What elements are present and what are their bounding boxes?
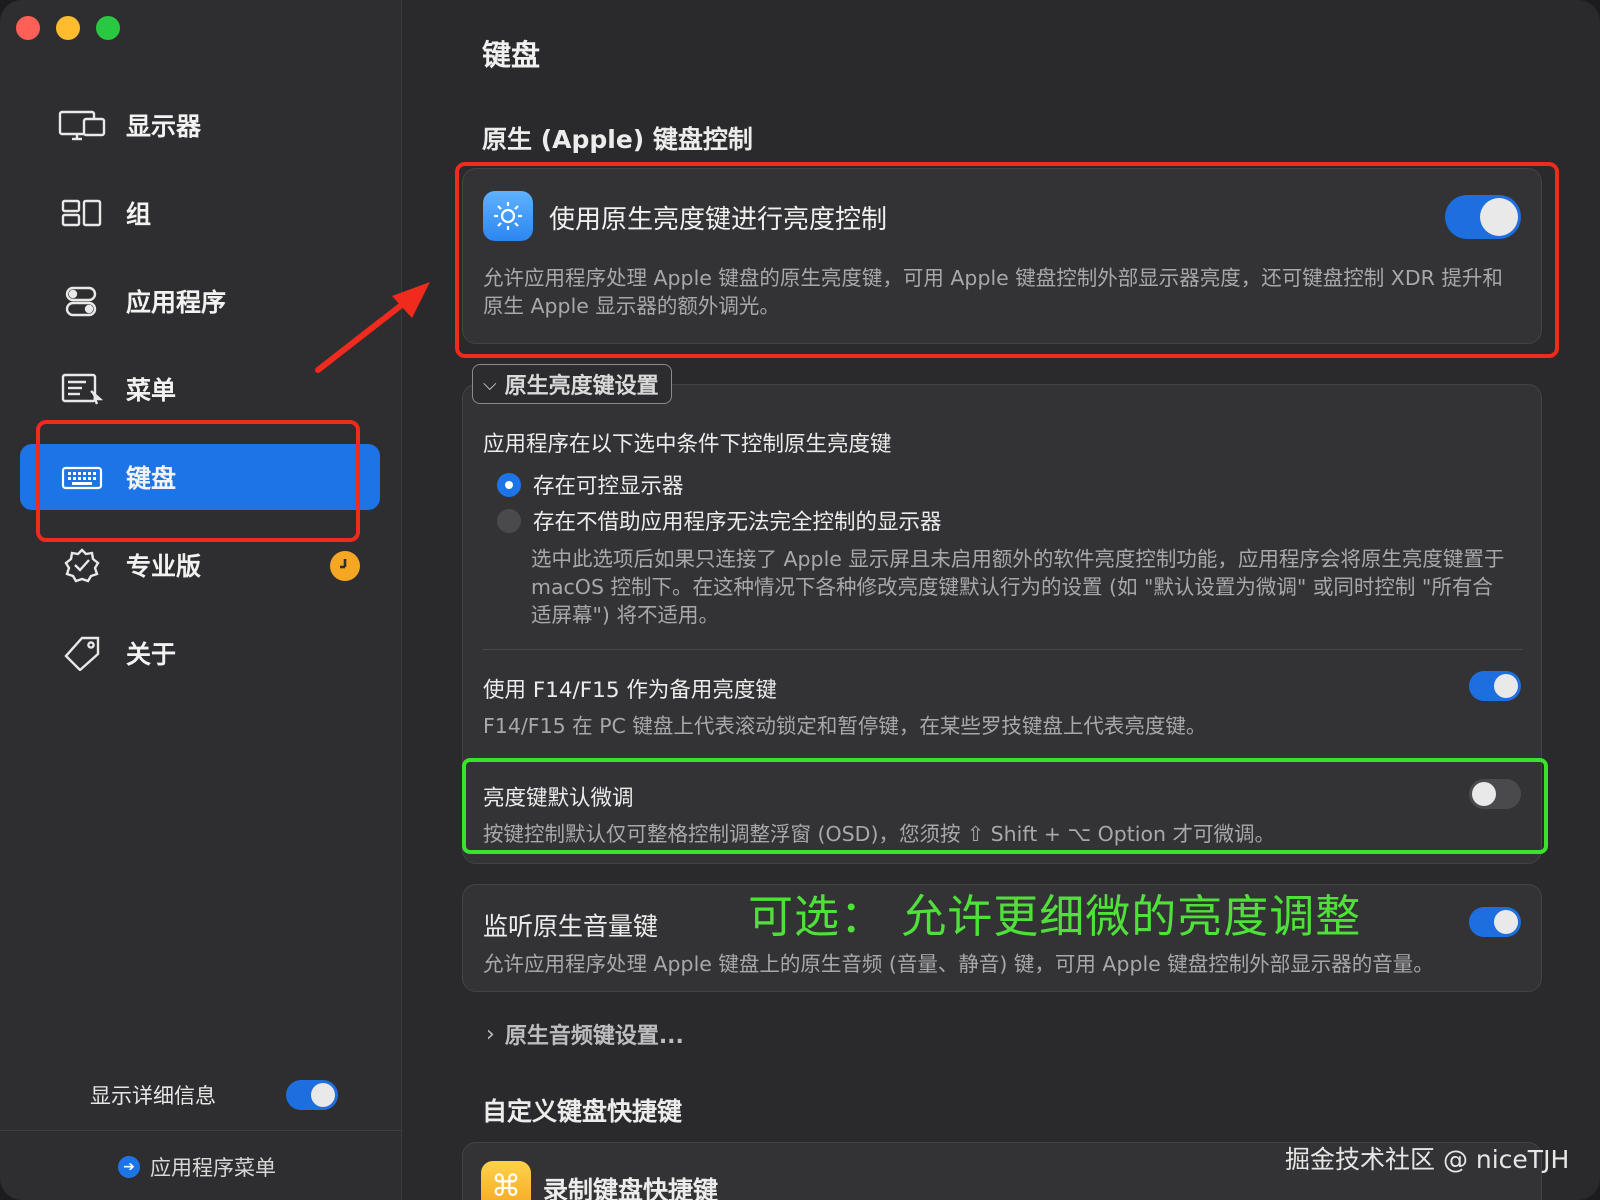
sidebar-item-displays[interactable]: 显示器: [20, 92, 380, 158]
brightness-settings-disclosure[interactable]: ⌵ 原生亮度键设置: [472, 364, 672, 404]
minimize-window-button[interactable]: [56, 16, 80, 40]
option-description: 选中此选项后如果只连接了 Apple 显示屏且未启用额外的软件亮度控制功能，应用…: [531, 547, 1505, 627]
sidebar-item-label: 关于: [126, 640, 177, 669]
native-volume-desc: 允许应用程序处理 Apple 键盘上的原生音频 (音量、静音) 键，可用 App…: [483, 952, 1434, 976]
native-volume-title: 监听原生音量键: [483, 912, 659, 941]
native-volume-toggle[interactable]: [1469, 907, 1521, 937]
native-keyboard-section-title: 原生 (Apple) 键盘控制: [482, 125, 753, 154]
f14-f15-toggle[interactable]: [1469, 671, 1521, 701]
brightness-settings-label: 原生亮度键设置: [504, 374, 659, 399]
groups-icon: [58, 195, 106, 231]
f14-f15-desc: F14/F15 在 PC 键盘上代表滚动锁定和暂停键，在某些罗技键盘上代表亮度键…: [483, 714, 1207, 738]
settings-window: 显示器 组 应用程序 菜单 键盘 专业版 关于 显示详细信息 ➔ 应用程序菜单 …: [0, 0, 1600, 1200]
green-highlight-box: [462, 758, 1548, 854]
radio-label: 存在不借助应用程序无法完全控制的显示器: [533, 510, 942, 535]
radio-uncontrollable-display[interactable]: 存在不借助应用程序无法完全控制的显示器: [497, 505, 942, 536]
close-window-button[interactable]: [16, 16, 40, 40]
sidebar-item-label: 专业版: [126, 552, 202, 581]
arrow-right-circle-icon: ➔: [118, 1156, 140, 1178]
sidebar-item-label: 组: [126, 200, 152, 229]
audio-settings-label: 原生音频键设置...: [504, 1024, 684, 1049]
section-divider: [483, 649, 1523, 650]
show-details-toggle[interactable]: [286, 1080, 338, 1110]
window-controls: [16, 16, 120, 40]
sidebar-nav: 显示器 组 应用程序 菜单 键盘 专业版 关于: [20, 92, 380, 708]
custom-shortcuts-section-title: 自定义键盘快捷键: [482, 1097, 683, 1126]
control-condition-question: 应用程序在以下选中条件下控制原生亮度键: [483, 432, 892, 457]
red-highlight-box: [36, 420, 360, 542]
apps-toggle-icon: [58, 283, 106, 319]
zoom-window-button[interactable]: [96, 16, 120, 40]
sidebar: 显示器 组 应用程序 菜单 键盘 专业版 关于 显示详细信息 ➔ 应用程序菜单: [0, 0, 402, 1200]
pro-badge-icon: [58, 547, 106, 583]
show-details-label: 显示详细信息: [90, 1084, 216, 1108]
sidebar-item-groups[interactable]: 组: [20, 180, 380, 246]
tag-icon: [58, 635, 106, 671]
page-title: 键盘: [482, 38, 541, 72]
chevron-right-icon: ›: [486, 1021, 495, 1047]
red-arrow-icon: [315, 282, 430, 373]
record-shortcut-title: 录制键盘快捷键: [543, 1176, 719, 1200]
green-annotation-text: 可选： 允许更细微的亮度调整: [748, 890, 1362, 943]
f14-f15-title: 使用 F14/F15 作为备用亮度键: [483, 678, 777, 703]
radio-button[interactable]: [497, 508, 521, 533]
watermark: 掘金技术社区 @ niceTJH: [1285, 1145, 1570, 1174]
command-key-icon: ⌘: [481, 1161, 531, 1200]
clock-badge-icon: [330, 551, 360, 581]
app-menu-label: 应用程序菜单: [150, 1156, 276, 1180]
sidebar-item-label: 菜单: [126, 376, 177, 405]
red-highlight-box: [455, 162, 1559, 358]
menu-icon: [58, 371, 106, 407]
show-details-row: 显示详细信息: [90, 1080, 390, 1110]
radio-button-selected[interactable]: [497, 472, 521, 497]
radio-label: 存在可控显示器: [533, 474, 684, 499]
sidebar-divider: [0, 1130, 402, 1131]
app-menu-link[interactable]: ➔ 应用程序菜单: [118, 1152, 276, 1182]
display-icon: [58, 107, 106, 143]
radio-controllable-display[interactable]: 存在可控显示器: [497, 469, 684, 500]
sidebar-item-label: 应用程序: [126, 288, 227, 317]
sidebar-item-about[interactable]: 关于: [20, 620, 380, 686]
chevron-down-icon: ⌵: [483, 373, 497, 395]
sidebar-item-label: 显示器: [126, 112, 202, 141]
audio-settings-disclosure[interactable]: › 原生音频键设置...: [486, 1018, 684, 1050]
